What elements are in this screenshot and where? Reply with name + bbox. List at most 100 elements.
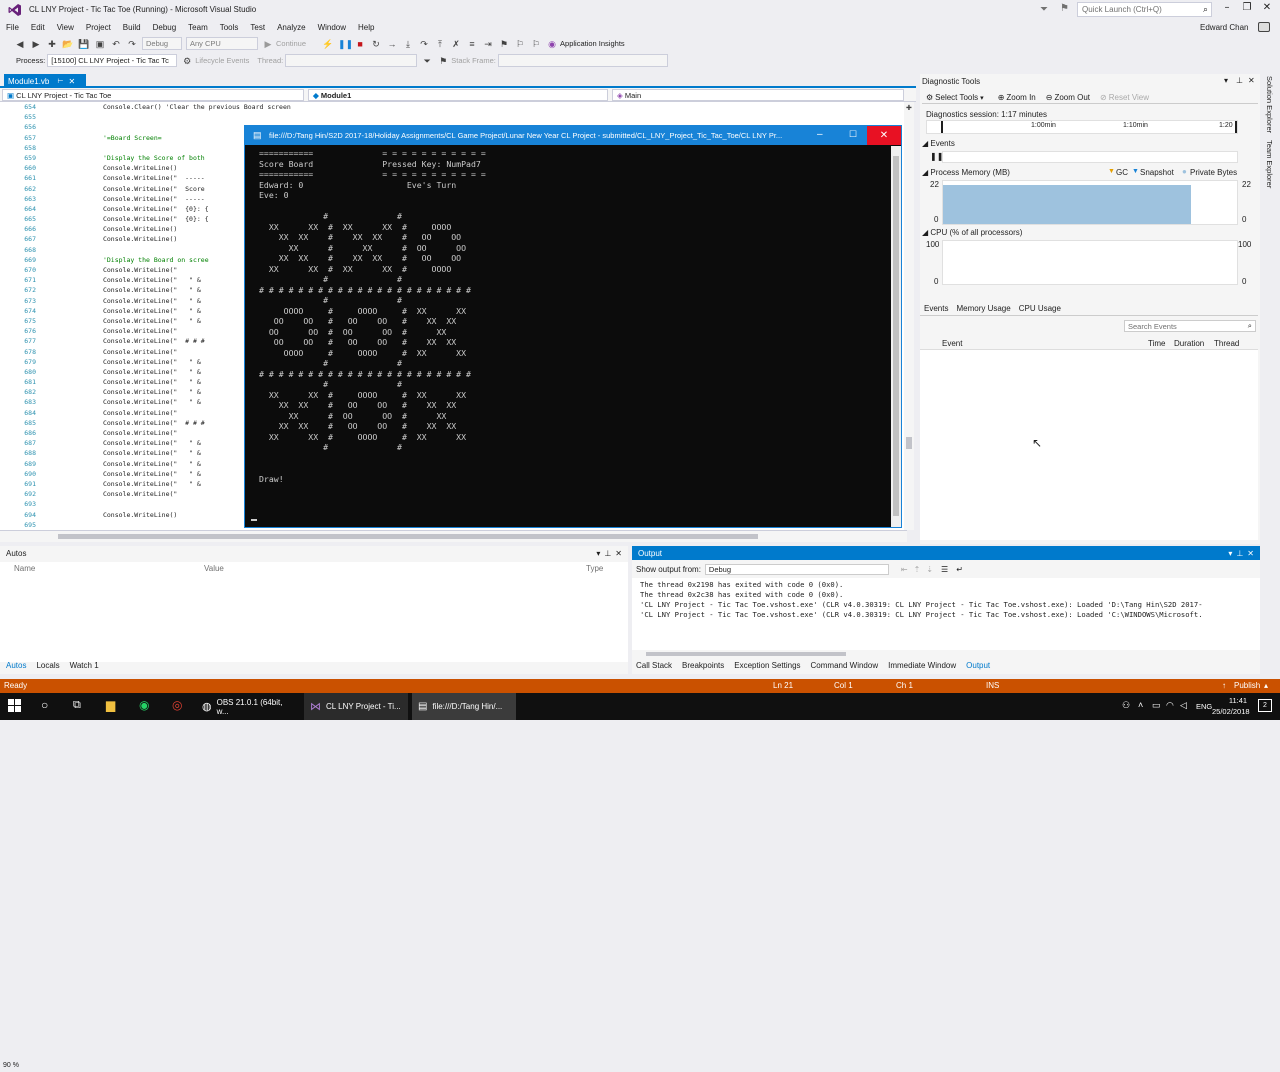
menu-build[interactable]: Build	[123, 23, 141, 32]
zoom-out-button[interactable]: Zoom Out	[1054, 93, 1090, 102]
clock-time[interactable]: 11:41	[1216, 696, 1260, 705]
tab-call-stack[interactable]: Call Stack	[636, 661, 672, 670]
autos-pin-icon[interactable]: ⊥	[604, 549, 611, 558]
search-events-icon[interactable]: ⌕	[1248, 321, 1252, 331]
language-indicator[interactable]: ENG	[1196, 702, 1212, 711]
tab-events[interactable]: Events	[924, 304, 948, 313]
reset-view-icon[interactable]: ⊘	[1100, 93, 1107, 102]
publish-button[interactable]: Publish	[1234, 681, 1260, 690]
console-maximize-button[interactable]: ☐	[849, 129, 857, 140]
exception-icon[interactable]: ✗	[450, 38, 462, 50]
output-close-icon[interactable]: ✕	[1247, 549, 1254, 558]
project-nav-select[interactable]: ▣ CL LNY Project - Tic Tac Toe	[2, 89, 304, 101]
stack-frame-select[interactable]	[497, 54, 668, 67]
menu-tools[interactable]: Tools	[220, 23, 239, 32]
close-tab-icon[interactable]: ✕	[68, 77, 75, 86]
cpu-graph[interactable]	[942, 240, 1238, 285]
tab-locals[interactable]: Locals	[36, 661, 59, 670]
col-duration[interactable]: Duration	[1174, 339, 1204, 348]
team-explorer-tab[interactable]: Team Explorer	[1265, 140, 1274, 188]
quick-launch-input[interactable]: Quick Launch (Ctrl+Q) ⌕	[1077, 2, 1212, 17]
task-view-icon[interactable]: ⧉	[73, 699, 81, 712]
menu-debug[interactable]: Debug	[153, 23, 177, 32]
volume-icon[interactable]: ◁	[1180, 700, 1187, 711]
events-section-label[interactable]: ◢ Events	[922, 139, 955, 148]
autos-col-value[interactable]: Value	[204, 564, 224, 573]
chrome-icon[interactable]: ◎	[172, 698, 182, 712]
step-into-icon[interactable]: ⤓	[402, 38, 414, 50]
align-icon[interactable]: ≡	[466, 38, 478, 50]
config-select[interactable]: Debug	[142, 37, 182, 50]
console-close-button[interactable]: ✕	[867, 126, 901, 145]
panel-dropdown-icon[interactable]: ▾	[1224, 76, 1228, 85]
console-window[interactable]: ▤ file:///D:/Tang Hin/S2D 2017-18/Holida…	[244, 125, 902, 528]
bookmark-prev-icon[interactable]: ⚐	[514, 38, 526, 50]
output-text[interactable]: The thread 0x2198 has exited with code 0…	[632, 578, 1260, 652]
scroll-split-icon[interactable]: ✚	[906, 104, 912, 112]
clock-date[interactable]: 25/02/2018	[1212, 707, 1250, 716]
col-thread[interactable]: Thread	[1214, 339, 1239, 348]
events-pause-icon[interactable]: ❚❚	[930, 152, 943, 161]
tab-autos[interactable]: Autos	[6, 661, 26, 670]
start-button[interactable]	[8, 699, 22, 713]
zoom-out-icon[interactable]: ⊖	[1046, 93, 1053, 102]
pin-icon[interactable]: ⊢	[57, 77, 63, 85]
solution-explorer-tab[interactable]: Solution Explorer	[1265, 76, 1274, 133]
zoom-select[interactable]: 90 %	[3, 1062, 45, 1072]
autos-dropdown-icon[interactable]: ▾	[596, 549, 600, 558]
search-icon[interactable]: ⌕	[1203, 4, 1208, 15]
tab-memory-usage[interactable]: Memory Usage	[956, 304, 1010, 313]
tab-output[interactable]: Output	[966, 661, 990, 670]
next-message-icon[interactable]: ⇣	[926, 565, 933, 574]
user-avatar-icon[interactable]	[1258, 22, 1270, 32]
menu-view[interactable]: View	[57, 23, 74, 32]
taskbar-obs[interactable]: ◍ OBS 21.0.1 (64bit, w...	[196, 693, 300, 720]
editor-horizontal-scrollbar[interactable]: 90 %	[0, 530, 907, 1069]
output-dropdown-icon[interactable]: ▾	[1228, 549, 1232, 558]
close-button[interactable]: ✕	[1256, 2, 1278, 16]
battery-icon[interactable]: ▭	[1152, 700, 1161, 711]
autos-grid[interactable]: Name Value Type	[0, 562, 628, 662]
module-nav-select[interactable]: ◆ Module1	[308, 89, 608, 101]
tab-immediate-window[interactable]: Immediate Window	[888, 661, 956, 670]
tab-exception-settings[interactable]: Exception Settings	[734, 661, 800, 670]
notification-flag-icon[interactable]: ⚑	[1060, 3, 1069, 14]
panel-close-icon[interactable]: ✕	[1248, 76, 1255, 85]
word-wrap-icon[interactable]: ↵	[956, 565, 963, 574]
search-taskbar-icon[interactable]: ○	[41, 698, 48, 712]
menu-project[interactable]: Project	[86, 23, 111, 32]
events-table-body[interactable]: ↖	[920, 350, 1258, 540]
output-hscroll[interactable]	[632, 650, 1260, 658]
continue-icon[interactable]: ▶	[262, 38, 274, 50]
tab-command-window[interactable]: Command Window	[811, 661, 879, 670]
restart-icon[interactable]: ↻	[370, 38, 382, 50]
process-memory-label[interactable]: ◢ Process Memory (MB)	[922, 168, 1010, 177]
notification-center-icon[interactable]: 2	[1258, 699, 1272, 712]
timeline-ruler[interactable]: 1:00min 1:10min 1:20	[926, 120, 1238, 134]
timeline-start-marker[interactable]	[941, 121, 943, 133]
output-pin-icon[interactable]: ⊥	[1236, 549, 1243, 558]
reset-view-button[interactable]: Reset View	[1109, 93, 1149, 102]
application-insights-icon[interactable]: ◉	[546, 38, 558, 50]
publish-dropdown-icon[interactable]: ▴	[1264, 681, 1268, 690]
console-scrollbar[interactable]	[891, 146, 901, 527]
clear-all-icon[interactable]: ☰	[941, 565, 948, 574]
menu-window[interactable]: Window	[318, 23, 346, 32]
select-tools-dropdown-icon[interactable]: ▾	[980, 94, 984, 102]
filter-thread-icon[interactable]: ⏷	[421, 55, 433, 67]
undo-icon[interactable]: ↶	[110, 38, 122, 50]
attach-icon[interactable]: ⚡	[322, 38, 334, 50]
search-events-input[interactable]: Search Events ⌕	[1124, 320, 1256, 332]
platform-select[interactable]: Any CPU	[186, 37, 258, 50]
continue-button[interactable]: Continue	[276, 39, 306, 48]
step-over-icon[interactable]: ↷	[418, 38, 430, 50]
tray-overflow-icon[interactable]: ˄	[1138, 700, 1143, 710]
tab-module1[interactable]: Module1.vb ⊢ ✕	[4, 74, 86, 88]
save-icon[interactable]: 💾	[78, 38, 90, 50]
step-out-icon[interactable]: ⤒	[434, 38, 446, 50]
menu-edit[interactable]: Edit	[31, 23, 45, 32]
show-output-from-select[interactable]: Debug	[704, 564, 889, 575]
taskbar-console[interactable]: ▤ file:///D:/Tang Hin/...	[412, 693, 516, 720]
timeline-end-marker[interactable]	[1235, 121, 1237, 133]
tab-cpu-usage[interactable]: CPU Usage	[1019, 304, 1061, 313]
